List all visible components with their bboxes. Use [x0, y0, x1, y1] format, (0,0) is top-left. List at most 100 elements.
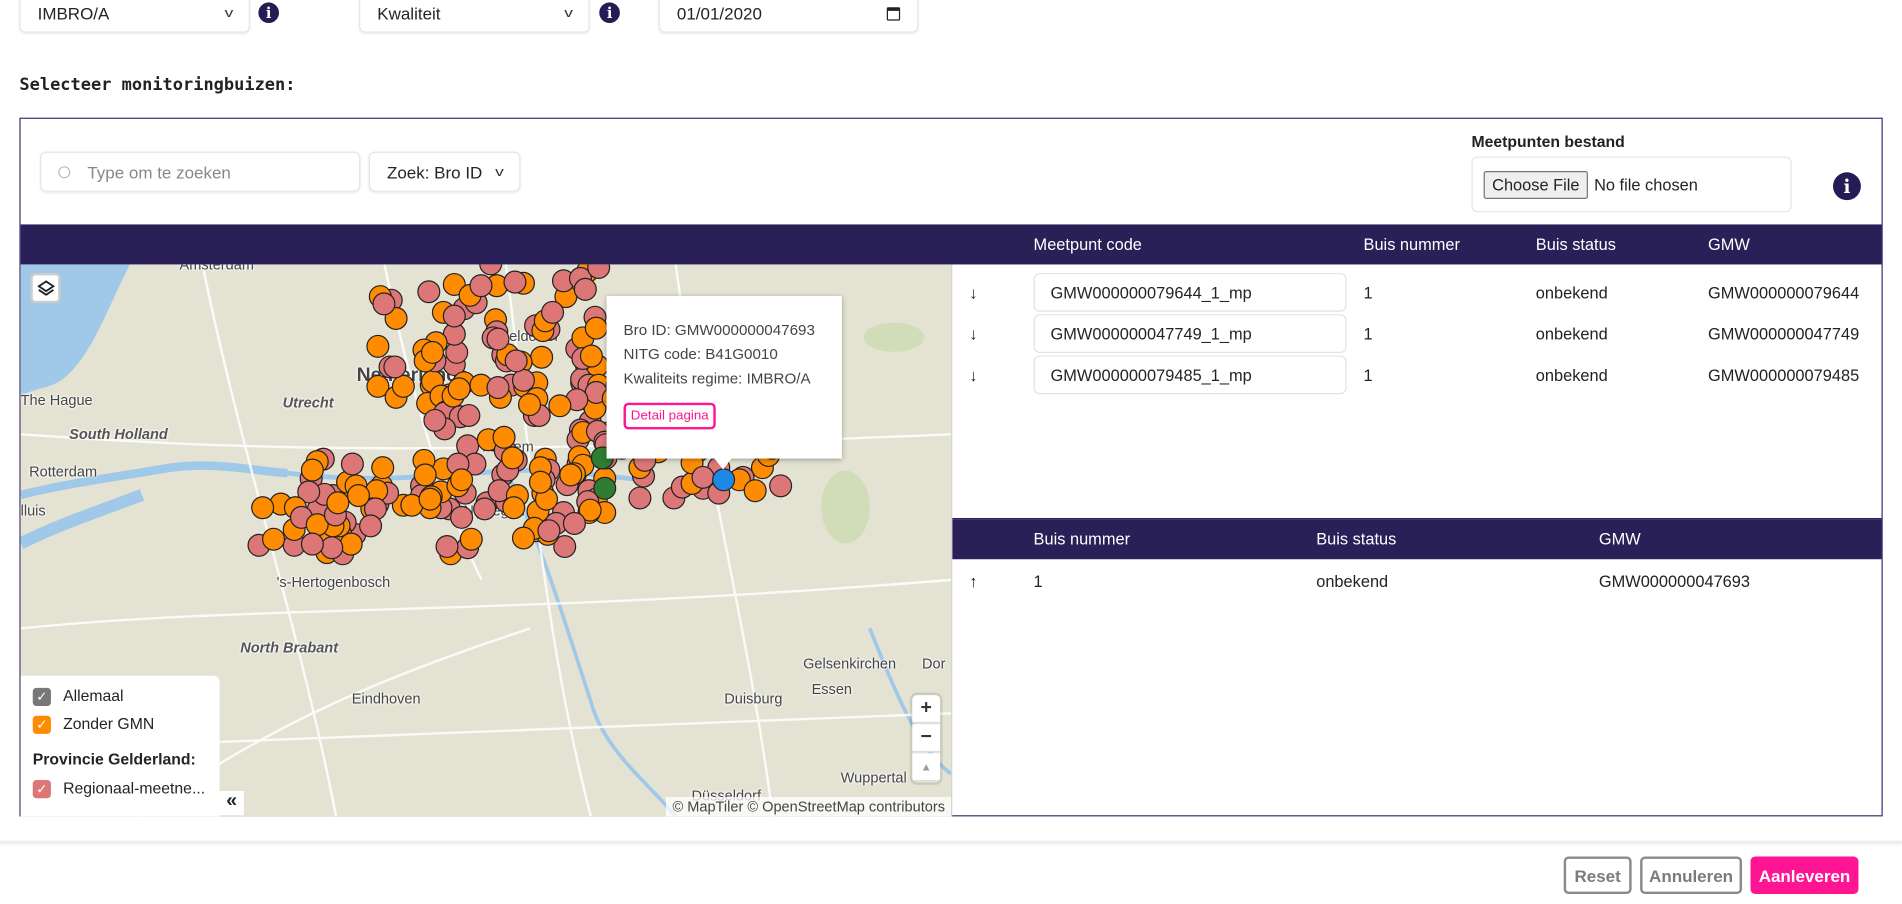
map-marker[interactable]	[383, 355, 407, 379]
map-marker[interactable]	[251, 496, 275, 520]
zoom-controls: + − ▲	[912, 695, 941, 782]
regime-select[interactable]: IMBRO/A v	[19, 0, 250, 33]
map-marker[interactable]	[530, 345, 554, 369]
map-marker[interactable]	[300, 458, 324, 482]
map-marker[interactable]	[562, 511, 586, 535]
map-marker[interactable]	[457, 403, 481, 428]
map-marker[interactable]	[413, 463, 437, 487]
map-marker[interactable]	[593, 476, 617, 500]
map-marker[interactable]	[559, 463, 583, 487]
arrow-down-icon[interactable]: ↓	[969, 284, 977, 302]
map-marker[interactable]	[537, 519, 561, 543]
map[interactable]: Amsterdam The Hague South Holland Utrecht Ne…	[20, 264, 952, 817]
map-marker[interactable]	[517, 393, 542, 417]
map-marker[interactable]	[346, 484, 370, 508]
file-input[interactable]: Choose File No file chosen	[1471, 156, 1792, 213]
map-marker[interactable]	[502, 496, 526, 520]
map-marker[interactable]	[469, 274, 493, 298]
map-marker[interactable]	[769, 474, 793, 498]
map-marker[interactable]	[300, 532, 324, 556]
map-marker[interactable]	[541, 300, 565, 324]
map-marker[interactable]	[528, 470, 552, 494]
meetpunt-code-input[interactable]: GMW000000047749_1_mp	[1033, 314, 1347, 354]
submit-button[interactable]: Aanleveren	[1750, 856, 1859, 895]
layers-icon[interactable]	[30, 272, 61, 304]
map-marker[interactable]	[359, 514, 383, 538]
map-marker[interactable]	[548, 394, 572, 418]
legend-item-no-gmn[interactable]: ✓ Zonder GMN	[32, 715, 208, 735]
map-marker[interactable]	[371, 456, 395, 480]
map-attribution[interactable]: © MapTiler © OpenStreetMap contributors	[666, 797, 952, 817]
legend-item-all[interactable]: ✓ Allemaal	[32, 687, 208, 707]
map-marker[interactable]	[417, 280, 441, 304]
map-marker[interactable]	[473, 497, 497, 521]
map-marker[interactable]	[743, 479, 767, 503]
map-marker[interactable]	[628, 486, 652, 510]
map-marker[interactable]	[418, 487, 442, 511]
zoom-in-button[interactable]: +	[912, 695, 941, 724]
map-marker[interactable]	[501, 446, 525, 470]
reset-button[interactable]: Reset	[1563, 856, 1632, 895]
map-marker[interactable]	[340, 452, 364, 476]
checkbox-checked-icon[interactable]: ✓	[32, 687, 51, 707]
calendar-icon[interactable]	[886, 6, 901, 21]
info-icon[interactable]: i	[599, 2, 620, 24]
compass-icon[interactable]: ▲	[912, 753, 941, 782]
col-buis-nummer: Buis nummer	[1033, 530, 1131, 549]
checkbox-checked-icon[interactable]: ✓	[32, 715, 51, 735]
collapse-legend-button[interactable]: «	[219, 790, 244, 816]
map-marker[interactable]	[366, 334, 390, 358]
choose-file-button[interactable]: Choose File	[1483, 170, 1589, 199]
map-marker[interactable]	[320, 536, 344, 560]
meetpunt-code-input[interactable]: GMW000000079644_1_mp	[1033, 272, 1347, 312]
map-marker[interactable]	[450, 468, 474, 492]
type-select[interactable]: Kwaliteit v	[359, 0, 590, 33]
map-marker[interactable]	[584, 316, 608, 340]
cancel-button[interactable]: Annuleren	[1640, 856, 1743, 895]
search-mode-select[interactable]: Zoek: Bro ID v	[368, 151, 521, 192]
section-title: Selecteer monitoringbuizen:	[19, 75, 296, 95]
map-label: lluis	[20, 502, 46, 520]
table-row[interactable]: ↓ GMW000000047749_1_mp 1 onbekend GMW000…	[952, 314, 1881, 355]
map-marker[interactable]	[442, 304, 466, 328]
map-label: The Hague	[20, 391, 93, 409]
zoom-out-button[interactable]: −	[912, 724, 941, 753]
map-marker[interactable]	[573, 277, 597, 301]
arrow-up-icon[interactable]: ↑	[969, 573, 977, 591]
checkbox-checked-icon[interactable]: ✓	[32, 780, 51, 799]
map-marker[interactable]	[486, 376, 510, 400]
info-icon[interactable]: i	[258, 2, 280, 24]
table-row[interactable]: ↓ GMW000000079485_1_mp 1 onbekend GMW000…	[952, 355, 1881, 396]
map-marker[interactable]	[503, 270, 527, 294]
map-marker[interactable]	[423, 408, 447, 432]
map-marker[interactable]	[447, 377, 471, 401]
chevron-down-icon: v	[224, 6, 233, 21]
popup-nitg: NITG code: B41G0010	[623, 345, 778, 363]
map-marker[interactable]	[435, 534, 459, 559]
info-icon[interactable]: i	[1832, 172, 1861, 201]
map-marker[interactable]	[420, 340, 444, 364]
map-marker[interactable]	[262, 527, 286, 551]
arrow-down-icon[interactable]: ↓	[969, 325, 977, 343]
map-marker[interactable]	[459, 527, 483, 551]
available-table-header: Buis nummer Buis status GMW	[952, 519, 1882, 560]
map-marker[interactable]	[372, 292, 396, 316]
map-marker[interactable]	[486, 327, 510, 351]
date-input[interactable]: 01/01/2020	[658, 0, 919, 33]
selected-map-marker[interactable]	[712, 468, 736, 492]
map-marker[interactable]	[492, 425, 516, 449]
arrow-down-icon[interactable]: ↓	[969, 366, 977, 384]
map-marker[interactable]	[511, 526, 535, 550]
legend-item-regional[interactable]: ✓ Regionaal-meetne...	[32, 779, 208, 799]
table-row[interactable]: ↑ 1 onbekend GMW000000047693	[952, 559, 1881, 603]
map-marker[interactable]	[691, 465, 715, 489]
map-marker[interactable]	[504, 349, 528, 373]
meetpunt-code-input[interactable]: GMW000000079485_1_mp	[1033, 355, 1347, 395]
map-marker[interactable]	[326, 491, 350, 515]
search-input[interactable]: Type om te zoeken	[40, 151, 361, 192]
detail-page-button[interactable]: Detail pagina	[623, 402, 716, 430]
map-marker[interactable]	[339, 532, 363, 556]
table-row[interactable]: ↓ GMW000000079644_1_mp 1 onbekend GMW000…	[952, 272, 1881, 314]
map-marker[interactable]	[579, 344, 603, 368]
map-marker[interactable]	[450, 505, 474, 529]
